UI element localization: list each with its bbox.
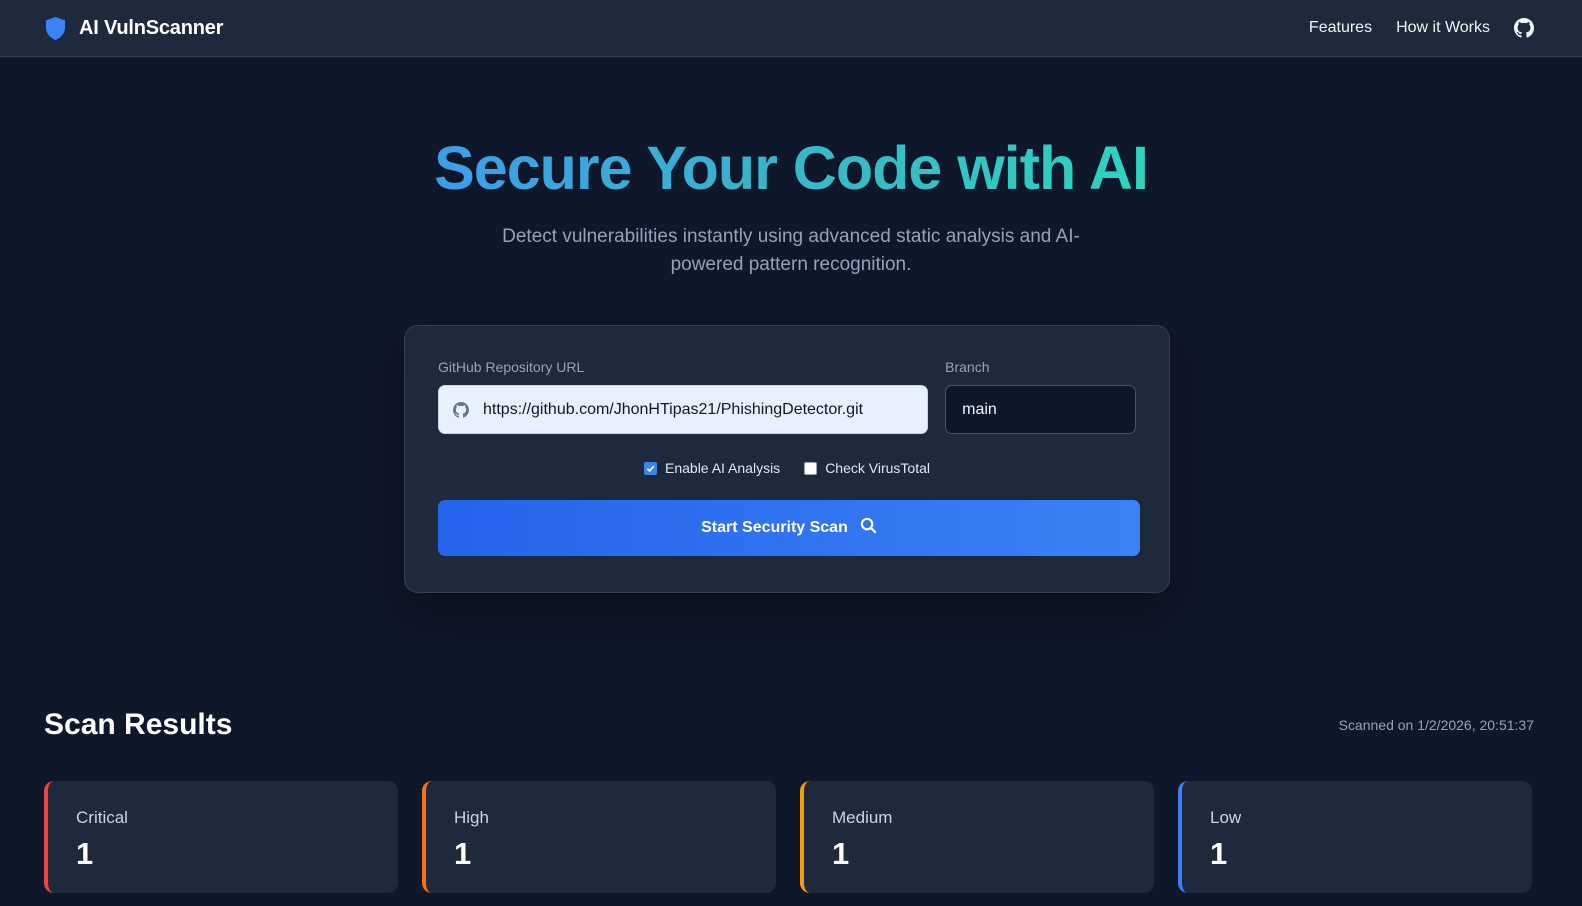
branch-input[interactable] — [945, 385, 1136, 434]
hero: Secure Your Code with AI Detect vulnerab… — [0, 133, 1582, 279]
option-virustotal[interactable]: Check VirusTotal — [804, 460, 930, 476]
top-navbar: AI VulnScanner Features How it Works — [0, 0, 1582, 57]
nav-links: Features How it Works — [1309, 18, 1534, 38]
stat-label: Critical — [76, 808, 128, 827]
start-scan-button[interactable]: Start Security Scan — [438, 500, 1140, 556]
ai-analysis-checkbox[interactable] — [644, 461, 657, 475]
hero-subtitle: Detect vulnerabilities instantly using a… — [502, 226, 1080, 275]
scan-options: Enable AI Analysis Check VirusTotal — [438, 460, 1136, 476]
stat-card-high: High 1 — [422, 781, 776, 893]
stat-value: 1 — [454, 836, 472, 871]
github-icon[interactable] — [1514, 18, 1534, 38]
start-scan-label: Start Security Scan — [701, 519, 848, 536]
option-label: Check VirusTotal — [825, 460, 930, 476]
repo-url-box[interactable] — [438, 385, 929, 434]
field-row: GitHub Repository URL Branch — [438, 359, 1136, 434]
hero-title: Secure Your Code with AI — [434, 134, 1149, 202]
results-title: Scan Results — [44, 708, 233, 741]
stat-card-critical: Critical 1 — [44, 781, 398, 893]
nav-link-features[interactable]: Features — [1309, 19, 1372, 37]
stat-label: High — [454, 808, 489, 827]
stat-label: Medium — [832, 808, 893, 827]
repo-url-input[interactable] — [483, 400, 914, 419]
results-header: Scan Results Scanned on 1/2/2026, 20:51:… — [44, 708, 1534, 742]
branch-field: Branch — [945, 359, 1136, 434]
scan-form-card: GitHub Repository URL Branch Enable AI A… — [404, 325, 1170, 593]
option-label: Enable AI Analysis — [665, 460, 781, 476]
stat-value: 1 — [1210, 836, 1228, 871]
stat-value: 1 — [76, 836, 94, 871]
stat-card-low: Low 1 — [1178, 781, 1532, 893]
severity-stats: Critical 1 High 1 Medium 1 Low 1 — [44, 781, 1532, 893]
brand-name: AI VulnScanner — [79, 16, 224, 39]
virustotal-checkbox[interactable] — [804, 461, 818, 475]
stat-label: Low — [1210, 808, 1242, 827]
nav-link-how-it-works[interactable]: How it Works — [1396, 19, 1490, 37]
shield-icon — [44, 16, 67, 41]
github-icon — [453, 401, 469, 418]
branch-label: Branch — [945, 359, 990, 375]
stat-card-medium: Medium 1 — [800, 781, 1154, 893]
option-enable-ai[interactable]: Enable AI Analysis — [644, 460, 780, 476]
repo-url-field: GitHub Repository URL — [438, 359, 929, 434]
repo-url-label: GitHub Repository URL — [438, 359, 585, 375]
brand[interactable]: AI VulnScanner — [44, 16, 223, 41]
scan-timestamp: Scanned on 1/2/2026, 20:51:37 — [1338, 717, 1534, 733]
search-icon — [860, 517, 877, 539]
stat-value: 1 — [832, 836, 850, 871]
